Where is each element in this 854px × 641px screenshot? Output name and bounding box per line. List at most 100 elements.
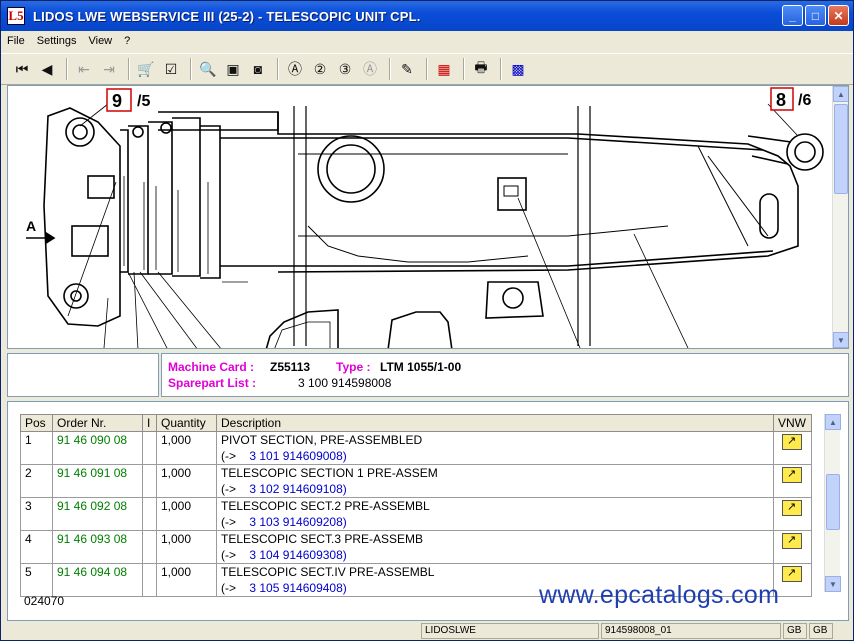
vnw-link-icon[interactable] <box>782 565 802 582</box>
ref-link[interactable]: 3 103 914609208) <box>249 515 346 529</box>
watermark: www.epcatalogs.com <box>539 581 780 609</box>
ref-link[interactable]: 3 105 914609408) <box>249 581 346 595</box>
sparepart-list-value: 3 100 914598008 <box>298 376 392 390</box>
ref-prefix: (-> <box>221 581 236 595</box>
ref-link[interactable]: 3 102 914609108) <box>249 482 346 496</box>
table-row[interactable]: 4 91 46 093 08 1,000 TELESCOPIC SECT.3 P… <box>20 530 812 564</box>
search-2-icon[interactable]: ② <box>309 58 331 80</box>
maximize-button[interactable]: □ <box>805 5 826 26</box>
table-row[interactable]: 3 91 46 092 08 1,000 TELESCOPIC SECT.2 P… <box>20 497 812 531</box>
callout-right-number[interactable]: 8 <box>776 90 786 110</box>
cell-order[interactable]: 91 46 094 08 <box>52 563 143 597</box>
cell-order[interactable]: 91 46 092 08 <box>52 497 143 531</box>
edit-icon[interactable]: ✎ <box>396 58 418 80</box>
page-view-icon[interactable]: ◙ <box>247 58 269 80</box>
menu-bar: File Settings View ? <box>1 31 853 51</box>
ref-link[interactable]: 3 101 914609008) <box>249 449 346 463</box>
menu-view[interactable]: View <box>82 35 118 47</box>
first-page-icon[interactable]: ⏮ <box>11 58 33 80</box>
cell-qty: 1,000 <box>156 464 217 498</box>
cell-vnw <box>773 464 812 498</box>
parts-scrollbar[interactable]: ▲ ▼ <box>824 414 841 592</box>
scroll-thumb[interactable] <box>826 474 840 530</box>
cell-i <box>142 530 157 564</box>
cell-desc: PIVOT SECTION, PRE-ASSEMBLED (-> 3 101 91… <box>216 431 774 465</box>
scroll-thumb[interactable] <box>834 104 848 194</box>
menu-settings[interactable]: Settings <box>31 35 83 47</box>
cell-desc: TELESCOPIC SECT.2 PRE-ASSEMBL (-> 3 103 9… <box>216 497 774 531</box>
desc-text: TELESCOPIC SECT.3 PRE-ASSEMB <box>221 532 424 546</box>
machine-card-label: Machine Card : <box>168 360 255 374</box>
cell-pos: 5 <box>20 563 53 597</box>
col-qty-header[interactable]: Quantity <box>156 414 217 432</box>
table-row[interactable]: 2 91 46 091 08 1,000 TELESCOPIC SECTION … <box>20 464 812 498</box>
cell-order[interactable]: 91 46 090 08 <box>52 431 143 465</box>
toolbar-separator <box>66 58 68 80</box>
cell-pos: 2 <box>20 464 53 498</box>
search-a-icon[interactable]: Ⓐ <box>284 58 306 80</box>
cart-icon[interactable]: 🛒 <box>135 58 157 80</box>
telescopic-unit-drawing: 9 /5 8 /6 A <box>26 87 824 348</box>
col-i-header[interactable]: I <box>142 414 157 432</box>
app-logo-icon: L5 <box>7 7 25 25</box>
ref-prefix: (-> <box>221 449 236 463</box>
status-list-id: 914598008_01 <box>601 623 781 639</box>
view-arrow-label: A <box>26 218 36 234</box>
toolbar-separator <box>277 58 279 80</box>
col-vnw-header[interactable]: VNW <box>773 414 812 432</box>
scroll-down-icon[interactable]: ▼ <box>825 576 841 592</box>
window-controls: _ □ ✕ <box>782 5 849 26</box>
cell-i <box>142 431 157 465</box>
machine-card-value: Z55113 <box>270 360 311 374</box>
cell-qty: 1,000 <box>156 563 217 597</box>
scroll-up-icon[interactable]: ▲ <box>825 414 841 430</box>
col-pos-header[interactable]: Pos <box>20 414 53 432</box>
cell-pos: 1 <box>20 431 53 465</box>
vnw-link-icon[interactable] <box>782 433 802 450</box>
toolbar-separator <box>463 58 465 80</box>
printer-icon[interactable]: 🖶 <box>470 58 492 80</box>
callout-left-number[interactable]: 9 <box>112 91 122 111</box>
desc-text: PIVOT SECTION, PRE-ASSEMBLED <box>221 433 423 447</box>
callout-left-sheet: /5 <box>137 93 150 110</box>
table-header-row: Pos Order Nr. I Quantity Description VNW <box>20 414 812 432</box>
cell-desc: TELESCOPIC SECTION 1 PRE-ASSEM (-> 3 102 … <box>216 464 774 498</box>
minimize-button[interactable]: _ <box>782 5 803 26</box>
close-button[interactable]: ✕ <box>828 5 849 26</box>
desc-text: TELESCOPIC SECT.IV PRE-ASSEMBL <box>221 565 435 579</box>
vnw-link-icon[interactable] <box>782 532 802 549</box>
cell-qty: 1,000 <box>156 530 217 564</box>
cell-vnw <box>773 497 812 531</box>
cell-vnw <box>773 431 812 465</box>
forward-disabled-icon[interactable]: ⇥ <box>98 58 120 80</box>
drawing-scrollbar[interactable]: ▲ ▼ <box>832 86 848 348</box>
cell-i <box>142 464 157 498</box>
ref-link[interactable]: 3 104 914609308) <box>249 548 346 562</box>
drawing-pane[interactable]: 9 /5 8 /6 A ▲ ▼ <box>7 85 849 349</box>
vnw-link-icon[interactable] <box>782 466 802 483</box>
cell-order[interactable]: 91 46 091 08 <box>52 464 143 498</box>
search-3-icon[interactable]: ③ <box>334 58 356 80</box>
scroll-up-icon[interactable]: ▲ <box>833 86 848 102</box>
table-row[interactable]: 1 91 46 090 08 1,000 PIVOT SECTION, PRE-… <box>20 431 812 465</box>
list-icon[interactable]: ☑ <box>160 58 182 80</box>
vnw-link-icon[interactable] <box>782 499 802 516</box>
grid-icon[interactable]: ▦ <box>433 58 455 80</box>
back-disabled-icon[interactable]: ⇤ <box>73 58 95 80</box>
fit-page-icon[interactable]: ▣ <box>222 58 244 80</box>
cell-i <box>142 497 157 531</box>
cell-order[interactable]: 91 46 093 08 <box>52 530 143 564</box>
blue-grid-icon[interactable]: ▩ <box>507 58 529 80</box>
prev-icon[interactable]: ◀ <box>36 58 58 80</box>
menu-file[interactable]: File <box>1 35 31 47</box>
col-desc-header[interactable]: Description <box>216 414 774 432</box>
zoom-in-icon[interactable]: 🔍 <box>197 58 219 80</box>
cell-desc: TELESCOPIC SECT.3 PRE-ASSEMB (-> 3 104 91… <box>216 530 774 564</box>
type-value: LTM 1055/1-00 <box>380 360 462 374</box>
desc-text: TELESCOPIC SECT.2 PRE-ASSEMBL <box>221 499 430 513</box>
col-order-header[interactable]: Order Nr. <box>52 414 143 432</box>
menu-help[interactable]: ? <box>118 35 136 47</box>
ref-prefix: (-> <box>221 548 236 562</box>
search-disabled-icon[interactable]: Ⓐ <box>359 58 381 80</box>
scroll-down-icon[interactable]: ▼ <box>833 332 848 348</box>
